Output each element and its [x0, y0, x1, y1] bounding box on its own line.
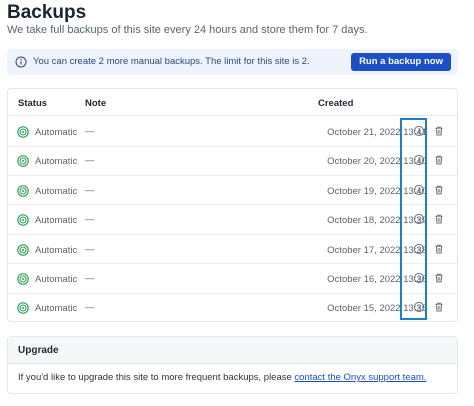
note-value: —	[85, 243, 95, 255]
table-row: Automatic — October 19, 2022 13:40	[8, 176, 457, 206]
table-row: Automatic — October 16, 2022 13:36	[8, 264, 457, 294]
note-value: —	[85, 214, 95, 226]
trash-icon[interactable]	[433, 301, 445, 313]
info-column-highlight	[400, 118, 427, 320]
status-label: Automatic	[35, 303, 78, 315]
note-value: —	[85, 126, 95, 137]
backups-table: Status Note Created Automatic — October 21…	[7, 88, 458, 322]
column-header-status: Status	[18, 98, 48, 109]
status-check-icon	[17, 243, 29, 256]
status-check-icon	[17, 184, 29, 197]
info-icon	[15, 56, 27, 68]
status-label: Automatic	[35, 156, 78, 168]
trash-icon[interactable]	[433, 154, 445, 166]
upgrade-title: Upgrade	[18, 345, 59, 356]
status-check-icon	[17, 273, 29, 285]
status-check-icon	[17, 302, 29, 315]
column-header-note: Note	[85, 98, 107, 109]
trash-icon[interactable]	[433, 213, 445, 225]
run-backup-button[interactable]: Run a backup now	[351, 53, 451, 71]
note-value: —	[85, 184, 95, 196]
trash-icon[interactable]	[433, 243, 445, 255]
page-subtitle: We take full backups of this site every …	[7, 24, 368, 36]
status-label: Automatic	[35, 274, 78, 285]
note-value: —	[85, 155, 95, 167]
status-label: Automatic	[35, 127, 78, 138]
table-row: Automatic — October 17, 2022 13:38	[8, 235, 457, 265]
page-title: Backups	[7, 2, 87, 23]
note-value: —	[85, 273, 95, 284]
upgrade-panel: Upgrade If you'd like to upgrade this si…	[7, 336, 458, 394]
trash-icon[interactable]	[433, 125, 445, 137]
status-check-icon	[17, 214, 29, 226]
upgrade-message: If you'd like to upgrade this site to mo…	[18, 372, 295, 383]
table-row: Automatic — October 18, 2022 13:39	[8, 205, 457, 235]
note-value: —	[85, 302, 95, 314]
status-label: Automatic	[35, 185, 78, 197]
upgrade-text: If you'd like to upgrade this site to mo…	[18, 372, 426, 383]
status-label: Automatic	[35, 244, 78, 256]
status-check-icon	[17, 126, 29, 138]
table-row: Automatic — October 15, 2022 13:35	[8, 293, 457, 323]
status-label: Automatic	[35, 215, 78, 227]
column-header-created: Created	[318, 98, 354, 109]
upgrade-header: Upgrade	[8, 337, 457, 364]
table-row: Automatic — October 20, 2022 13:40	[8, 146, 457, 176]
trash-icon[interactable]	[433, 184, 445, 196]
notice-text: You can create 2 more manual backups. Th…	[33, 56, 310, 67]
trash-icon[interactable]	[433, 272, 445, 284]
backup-limit-notice: You can create 2 more manual backups. Th…	[7, 49, 458, 75]
support-link[interactable]: contact the Onyx support team.	[294, 372, 426, 383]
status-check-icon	[17, 155, 29, 168]
table-row: Automatic — October 21, 2022 13:41	[8, 117, 457, 147]
header-divider	[8, 115, 457, 116]
